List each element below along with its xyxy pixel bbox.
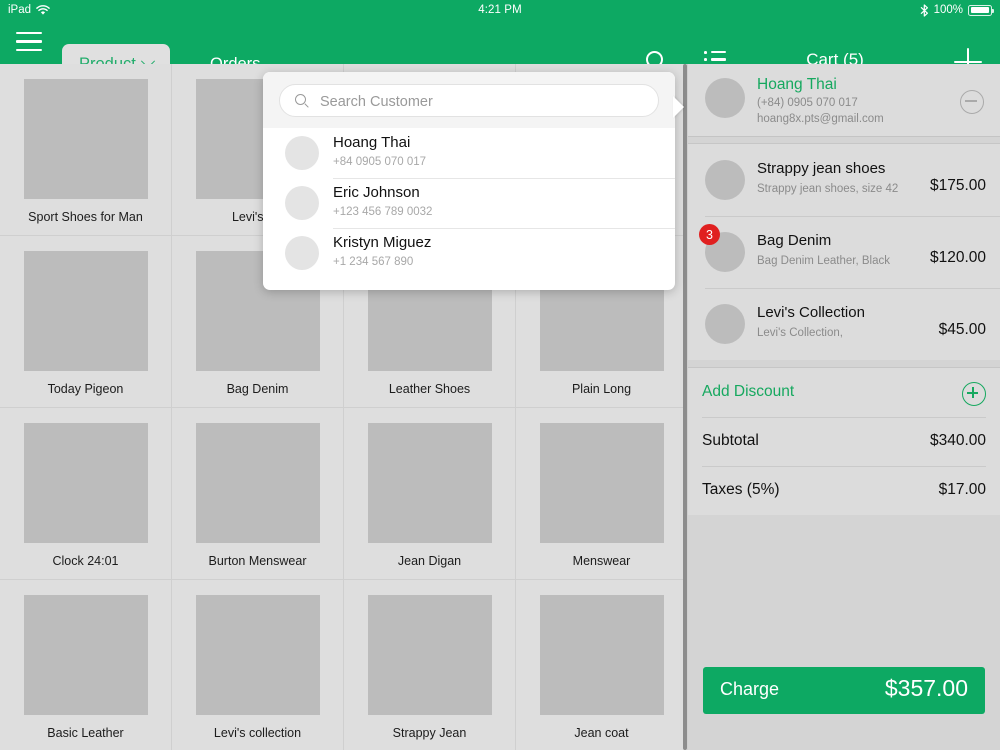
remove-customer-button[interactable] [960,90,984,114]
product-label: Today Pigeon [47,382,124,396]
product-thumbnail [23,423,148,543]
cart-item[interactable]: Strappy jean shoes Strappy jean shoes, si… [688,144,1000,216]
cart-customer[interactable]: Hoang Thai (+84) 0905 070 017 hoang8x.pt… [688,64,1000,137]
cart-item-price: $175.00 [929,177,986,194]
product-grid-scrollbar[interactable] [683,64,687,750]
product-label: Plain Long [571,382,632,396]
search-customer-input[interactable] [318,85,652,118]
product-label: Jean Digan [397,554,462,568]
product-cell[interactable]: Today Pigeon [0,236,172,408]
cart-item-price: $120.00 [929,249,986,266]
product-label: Jean coat [574,726,629,740]
avatar [285,186,319,220]
cart-item-name: Strappy jean shoes [757,160,886,177]
product-label: Sport Shoes for Man [28,210,143,224]
charge-label: Charge [720,679,780,699]
add-discount-label: Add Discount [702,383,795,400]
customer-result-name: Hoang Thai [333,134,411,151]
product-label: Strappy Jean [392,726,467,740]
product-cell[interactable]: Burton Menswear [172,408,344,580]
hamburger-menu-icon[interactable] [16,32,42,52]
taxes-row: Taxes (5%) $17.00 [688,466,1000,515]
product-cell[interactable]: Sport Shoes for Man [0,64,172,236]
discount-row[interactable]: Add Discount [688,368,1000,417]
customer-name: Hoang Thai [757,76,837,93]
customer-search-popup: Hoang Thai +84 0905 070 017 Eric Johnson +1… [263,72,675,290]
product-thumbnail [23,251,148,371]
cart-item-description: Bag Denim Leather, Black [757,255,890,267]
customer-result-phone: +123 456 789 0032 [333,206,433,218]
cart-item-name: Bag Denim [757,232,832,249]
avatar [705,78,745,118]
product-thumbnail [367,595,492,715]
cart-item[interactable]: 3 Bag Denim Bag Denim Leather, Black $120.0… [688,216,1000,288]
product-cell[interactable]: Basic Leather [0,580,172,750]
bluetooth-icon [920,3,928,17]
product-label: Bag Denim [226,382,289,396]
pos-app: iPad 4:21 PM 100% Product Orders [0,0,1000,750]
customer-result-item[interactable]: Kristyn Miguez +1 234 567 890 [263,228,675,278]
product-thumbnail [23,595,148,715]
cart-item-description: Levi's Collection, [757,327,843,339]
taxes-value: $17.00 [938,481,986,498]
product-thumbnail [195,423,320,543]
product-thumbnail [539,423,664,543]
cart-item-thumbnail [705,304,745,344]
product-label: Clock 24:01 [52,554,119,568]
product-thumbnail [367,423,492,543]
product-label: Levi's collection [213,726,302,740]
battery-percent: 100% [933,4,963,16]
status-bar-right: 100% [920,3,994,17]
popup-arrow [673,96,684,118]
clock: 4:21 PM [478,4,522,16]
product-thumbnail [539,595,664,715]
avatar [285,136,319,170]
customer-email: hoang8x.pts@gmail.com [757,113,884,125]
customer-result-item[interactable]: Eric Johnson +123 456 789 0032 [263,178,675,228]
search-icon [295,94,309,108]
quantity-badge: 3 [699,224,720,245]
subtotal-value: $340.00 [929,432,986,449]
product-label: Burton Menswear [208,554,307,568]
product-cell[interactable]: Clock 24:01 [0,408,172,580]
search-customer-box[interactable] [279,84,659,118]
customer-result-name: Kristyn Miguez [333,234,432,251]
avatar [285,236,319,270]
subtotal-row: Subtotal $340.00 [688,417,1000,466]
cart-item-name: Levi's Collection [757,304,865,321]
product-label: Basic Leather [47,726,124,740]
cart-items-list: Strappy jean shoes Strappy jean shoes, si… [688,143,1000,360]
product-thumbnail [195,595,320,715]
product-cell[interactable]: Menswear [516,408,688,580]
nav-bar: Product Orders Cart (5) [0,20,1000,84]
subtotal-label: Subtotal [702,432,759,449]
cart-item[interactable]: Levi's Collection Levi's Collection, $45.0… [688,288,1000,360]
product-cell[interactable]: Jean coat [516,580,688,750]
customer-results-list: Hoang Thai +84 0905 070 017 Eric Johnson +1… [263,128,675,278]
battery-icon [968,4,994,16]
popup-header [263,72,675,128]
customer-result-item[interactable]: Hoang Thai +84 0905 070 017 [263,128,675,178]
product-thumbnail [23,79,148,199]
taxes-label: Taxes (5%) [702,481,780,498]
customer-result-name: Eric Johnson [333,184,420,201]
cart-panel: Hoang Thai (+84) 0905 070 017 hoang8x.pt… [688,64,1000,750]
product-cell[interactable]: Jean Digan [344,408,516,580]
customer-result-phone: +1 234 567 890 [333,256,414,268]
customer-result-phone: +84 0905 070 017 [333,156,427,168]
charge-total: $357.00 [884,675,968,701]
cart-totals: Add Discount Subtotal $340.00 Taxes (5%)… [688,367,1000,515]
add-discount-button[interactable] [962,382,986,406]
product-label: Leather Shoes [388,382,471,396]
status-bar: iPad 4:21 PM 100% [0,0,1000,20]
customer-phone: (+84) 0905 070 017 [757,97,858,109]
cart-item-thumbnail [705,160,745,200]
cart-item-description: Strappy jean shoes, size 42 [757,183,899,195]
product-label: Menswear [572,554,631,568]
product-cell[interactable]: Levi's collection [172,580,344,750]
cart-item-price: $45.00 [938,321,986,338]
charge-button[interactable]: Charge $357.00 [703,667,985,714]
product-cell[interactable]: Strappy Jean [344,580,516,750]
